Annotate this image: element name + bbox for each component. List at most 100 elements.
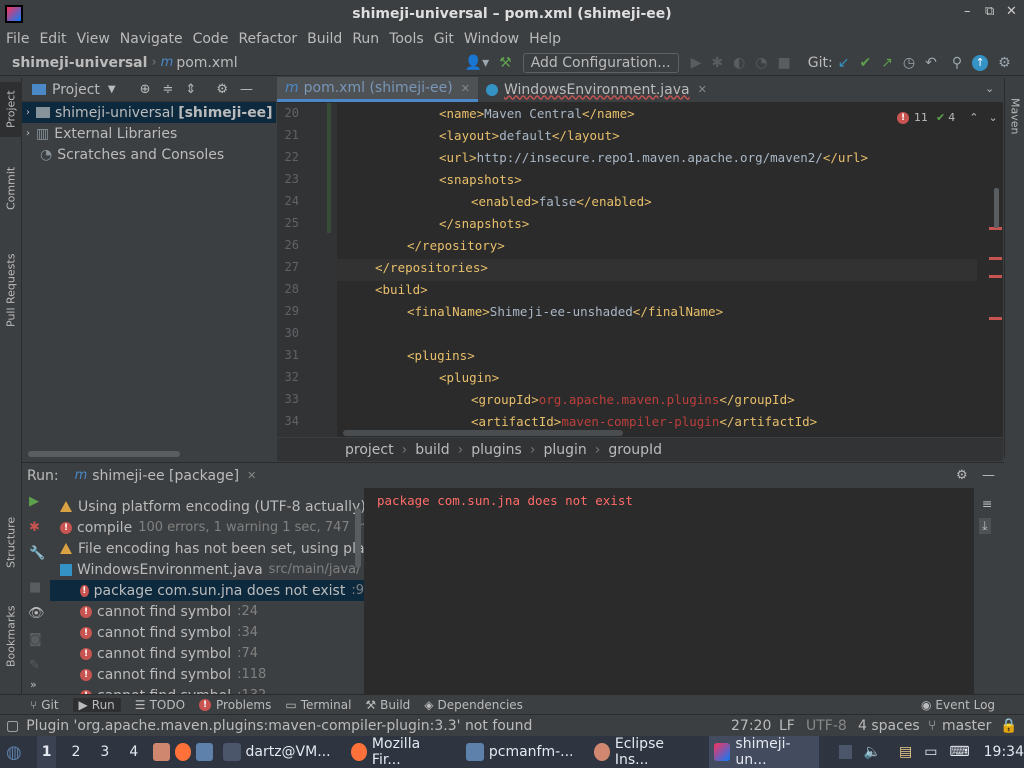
taskbar-app-intellij[interactable]: shimeji-un... xyxy=(709,736,819,768)
breadcrumb-item[interactable]: project xyxy=(345,442,394,458)
tab-menu-icon[interactable]: ⌄ xyxy=(985,82,994,95)
menu-code[interactable]: Code xyxy=(193,31,229,47)
breadcrumb-item[interactable]: groupId xyxy=(608,442,662,458)
problems-tool-tab[interactable]: ! Problems xyxy=(199,698,271,712)
run-tab[interactable]: shimeji-ee [package] xyxy=(92,468,239,484)
status-panel-icon[interactable]: ▢ xyxy=(6,718,19,734)
build-tree-row[interactable]: Using platform encoding (UTF-8 actually) xyxy=(50,496,364,517)
project-panel-title[interactable]: Project xyxy=(52,82,100,98)
git-update-icon[interactable]: ↙ xyxy=(838,55,850,71)
todo-tool-tab[interactable]: ☰ TODO xyxy=(135,698,185,712)
pin-icon[interactable]: ✎ xyxy=(29,658,40,673)
build-tree-row[interactable]: ! cannot find symbol:34 xyxy=(50,622,258,643)
line-separator[interactable]: LF xyxy=(779,718,795,734)
build-tree-row[interactable]: ! cannot find symbol:118 xyxy=(50,664,266,685)
close-icon[interactable]: ✕ xyxy=(1006,4,1017,19)
indent-setting[interactable]: 4 spaces xyxy=(858,718,920,734)
nav-project[interactable]: shimeji-universal xyxy=(12,55,147,71)
project-tool-tab[interactable]: Project xyxy=(0,82,22,137)
eye-icon[interactable]: 👁 xyxy=(28,606,45,621)
expand-all-icon[interactable]: ⇕ xyxy=(185,82,196,97)
scroll-to-end-icon[interactable]: ⤓ xyxy=(979,518,991,534)
build-tree-row[interactable]: ! cannot find symbol:74 xyxy=(50,643,258,664)
menu-edit[interactable]: Edit xyxy=(39,31,66,47)
tree-item-scratches[interactable]: ◔ Scratches and Consoles xyxy=(22,144,276,165)
git-branch[interactable]: master xyxy=(942,718,991,734)
menu-window[interactable]: Window xyxy=(464,31,519,47)
build-tree-row[interactable]: WindowsEnvironment.java src/main/java/ xyxy=(50,559,361,580)
add-configuration-button[interactable]: Add Configuration... xyxy=(522,52,679,73)
tree-item-external-libraries[interactable]: › ▥ External Libraries xyxy=(22,123,276,144)
taskbar-app-firefox[interactable]: Mozilla Fir... xyxy=(346,736,451,768)
commit-tool-tab[interactable]: Commit xyxy=(0,158,22,218)
code-editor[interactable]: 20 <name>Maven Central</name> 21 <layout>de… xyxy=(277,103,1003,437)
lock-icon[interactable]: 🔒 xyxy=(1000,718,1017,734)
desktop-launcher-icon[interactable] xyxy=(196,743,213,761)
debug-icon[interactable]: ✱ xyxy=(711,55,723,71)
build-tree-row[interactable]: !cannot find symbol:132 xyxy=(50,685,266,694)
run-icon[interactable]: ▶ xyxy=(691,55,702,71)
close-tab-icon[interactable]: ✕ xyxy=(461,82,470,95)
error-stripe-mark[interactable] xyxy=(989,317,1002,320)
menu-run[interactable]: Run xyxy=(352,31,379,47)
editor-horizontal-scrollbar[interactable] xyxy=(343,430,623,436)
soft-wrap-icon[interactable]: ≡ xyxy=(982,496,992,511)
menu-view[interactable]: View xyxy=(77,31,110,47)
file-encoding[interactable]: UTF-8 xyxy=(806,718,847,734)
horizontal-scrollbar[interactable] xyxy=(28,451,180,457)
stop-icon[interactable]: ■ xyxy=(29,580,41,595)
console-output[interactable]: package com.sun.jna does not exist ≡ ⤓ xyxy=(364,488,992,694)
taskbar-app-terminal[interactable]: dartz@VM... xyxy=(218,736,336,768)
keyboard-icon[interactable]: ⌨ xyxy=(949,744,969,760)
wrench-icon[interactable]: 🔧 xyxy=(29,546,45,561)
git-push-icon[interactable]: ↗ xyxy=(881,55,893,71)
camera-icon[interactable]: ◙ xyxy=(29,632,42,647)
run-tool-tab[interactable]: ▶ Run xyxy=(72,697,121,712)
build-tool-tab[interactable]: ⚒ Build xyxy=(365,698,410,712)
terminal-tool-tab[interactable]: ▭ Terminal xyxy=(285,698,351,712)
minimize-icon[interactable]: – xyxy=(964,4,971,19)
history-icon[interactable]: ◷ xyxy=(903,55,915,71)
collapse-all-icon[interactable]: ≑ xyxy=(163,82,174,97)
workspace-2[interactable]: 2 xyxy=(66,736,85,768)
firefox-launcher-icon[interactable] xyxy=(174,743,192,761)
update-icon[interactable]: ↑ xyxy=(972,54,989,71)
error-stripe-mark[interactable] xyxy=(989,275,1002,278)
workspace-1[interactable]: 1 xyxy=(36,736,57,768)
gear-icon[interactable]: ⚙ xyxy=(956,468,968,483)
inspection-widget[interactable]: ! 11 ✔ 4 ⌃ ⌄ xyxy=(897,111,998,124)
menu-navigate[interactable]: Navigate xyxy=(120,31,183,47)
menu-file[interactable]: File xyxy=(6,31,29,47)
tree-scrollbar[interactable] xyxy=(355,508,361,568)
coverage-icon[interactable]: ◐ xyxy=(733,55,745,71)
git-commit-icon[interactable]: ✔ xyxy=(859,55,871,71)
more-icon[interactable]: » xyxy=(30,678,37,691)
status-message[interactable]: Plugin 'org.apache.maven.plugins:maven-c… xyxy=(26,718,532,734)
event-log-tool-tab[interactable]: ◉ Event Log xyxy=(921,698,995,712)
pull-requests-tool-tab[interactable]: Pull Requests xyxy=(0,243,22,338)
rerun-icon[interactable]: ▶ xyxy=(29,494,39,509)
hide-icon[interactable]: — xyxy=(982,468,995,483)
gear-icon[interactable]: ⚙ xyxy=(216,82,228,97)
menu-help[interactable]: Help xyxy=(529,31,561,47)
hammer-icon[interactable]: ⚒ xyxy=(499,55,512,71)
breadcrumb-item[interactable]: plugin xyxy=(543,442,586,458)
previous-highlight-icon[interactable]: ⌃ xyxy=(969,111,978,124)
clipboard-icon[interactable]: ▤ xyxy=(899,744,912,760)
taskbar-app-eclipse[interactable]: Eclipse Ins... xyxy=(589,736,700,768)
close-tab-icon[interactable]: ✕ xyxy=(247,469,256,482)
workspace-4[interactable]: 4 xyxy=(124,736,143,768)
dependencies-tool-tab[interactable]: ◈ Dependencies xyxy=(424,698,523,712)
hide-icon[interactable]: — xyxy=(240,82,253,97)
tab-pom-xml[interactable]: m pom.xml (shimeji-ee) ✕ xyxy=(277,77,478,102)
volume-icon[interactable]: 🔈 xyxy=(864,744,881,760)
chevron-down-icon[interactable]: ▼ xyxy=(108,84,116,95)
profile-icon[interactable]: ◔ xyxy=(755,55,767,71)
menu-build[interactable]: Build xyxy=(307,31,342,47)
taskbar-app-pcmanfm[interactable]: pcmanfm-... xyxy=(461,736,579,768)
git-tool-tab[interactable]: ⑂ Git xyxy=(30,698,59,712)
file-manager-launcher-icon[interactable] xyxy=(153,743,170,761)
vertical-scrollbar[interactable] xyxy=(994,188,999,228)
maven-tool-tab[interactable]: Maven xyxy=(1005,86,1024,146)
settings-icon[interactable]: ⚙ xyxy=(998,55,1011,71)
